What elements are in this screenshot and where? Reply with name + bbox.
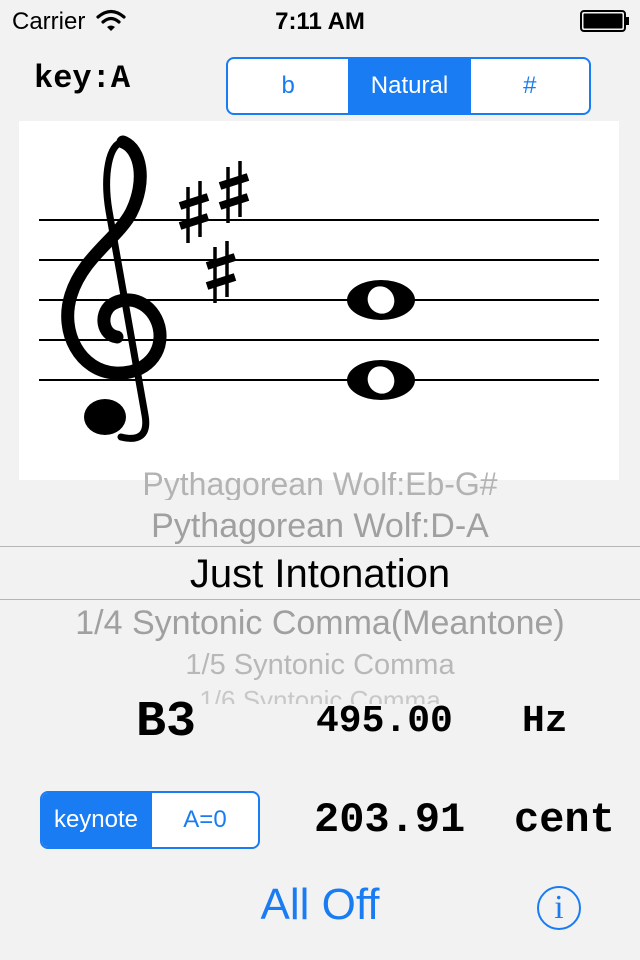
sharp-icon: [178, 181, 210, 243]
battery-icon: [580, 10, 629, 32]
key-signature-sharps: [178, 161, 250, 303]
status-time: 7:11 AM: [275, 8, 365, 35]
picker-item[interactable]: Pythagorean Wolf:Eb-G#: [0, 472, 640, 500]
status-bar: Carrier 7:11 AM: [0, 0, 640, 40]
picker-item[interactable]: 1/4 Syntonic Comma(Meantone): [0, 602, 640, 644]
frequency-unit: Hz: [522, 700, 568, 743]
info-icon[interactable]: i: [537, 886, 581, 930]
picker-item[interactable]: 1/5 Syntonic Comma: [0, 648, 640, 682]
picker-selection-bottom-line: [0, 599, 640, 600]
note-f-sharp-icon: [347, 280, 415, 320]
natural-segment[interactable]: Natural: [348, 59, 469, 113]
cents-value: 203.91: [314, 796, 466, 844]
flat-segment[interactable]: b: [228, 59, 348, 113]
cents-unit: cent: [514, 796, 615, 844]
picker-item[interactable]: Pythagorean Wolf:D-A: [0, 506, 640, 546]
picker-selection-top-line: [0, 546, 640, 547]
a-zero-segment[interactable]: A=0: [149, 793, 258, 847]
sharp-icon: [218, 161, 250, 223]
keynote-segment[interactable]: keynote: [42, 793, 150, 847]
note-b-icon: [347, 360, 415, 400]
sharp-icon: [205, 241, 237, 303]
note-name: B3: [136, 694, 197, 751]
key-label: key:A: [34, 60, 131, 97]
sharp-segment[interactable]: #: [468, 59, 589, 113]
staff-svg: [39, 135, 599, 442]
music-staff[interactable]: [19, 121, 619, 480]
reference-segmented-control: keynote A=0: [40, 791, 260, 849]
treble-clef-icon: [61, 135, 167, 442]
frequency-value: 495.00: [316, 700, 453, 743]
accidental-segmented-control: b Natural #: [226, 57, 591, 115]
picker-selected-item[interactable]: Just Intonation: [0, 550, 640, 598]
